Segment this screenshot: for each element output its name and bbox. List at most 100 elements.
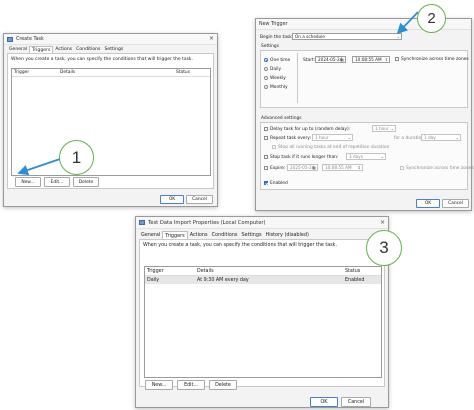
tab-conditions[interactable]: Conditions — [210, 231, 240, 239]
enabled-checkbox[interactable] — [264, 181, 268, 185]
tab-conditions[interactable]: Conditions — [74, 46, 102, 53]
expire-time-field[interactable]: 10:08:55 AM ⇕ — [322, 164, 363, 171]
column-details[interactable]: Details — [195, 269, 343, 274]
delay-checkbox[interactable] — [264, 127, 268, 131]
advanced-label: Advanced settings — [261, 116, 302, 121]
radio-monthly[interactable] — [264, 85, 268, 89]
sync-checkbox[interactable] — [395, 57, 399, 61]
ok-button[interactable]: OK — [310, 397, 338, 407]
new-trigger-title: New Trigger — [259, 21, 288, 27]
stop-running-checkbox[interactable] — [272, 145, 276, 149]
delay-select[interactable]: 1 hour ⌄ — [372, 125, 396, 132]
column-trigger[interactable]: Trigger — [12, 70, 58, 75]
create-task-title: Create Task — [16, 36, 44, 42]
calendar-icon[interactable]: ▦ — [312, 165, 316, 170]
ok-button[interactable]: OK — [160, 195, 184, 204]
properties-triggers-list[interactable]: Trigger Details Status Daily At 9:30 AM … — [144, 266, 382, 378]
row-status: Enabled — [345, 277, 365, 283]
tab-settings[interactable]: Settings — [239, 231, 263, 239]
row-trigger: Daily — [147, 277, 160, 283]
edit-button[interactable]: Edit... — [44, 177, 70, 187]
stop-running-label: Stop all running tasks at end of repetit… — [278, 145, 390, 150]
tab-general[interactable]: General — [7, 46, 29, 53]
begin-value: On a schedule — [295, 34, 325, 39]
properties-triggers-panel: When you create a task, you can specify … — [139, 239, 385, 387]
begin-select[interactable]: On a schedule ⌄ — [292, 33, 402, 40]
stop-longer-label: Stop task if it runs longer than: — [270, 155, 339, 160]
sync-label: Synchronize across time zones — [401, 57, 469, 62]
edit-button[interactable]: Edit... — [177, 380, 205, 390]
chevron-down-icon: ⌄ — [380, 154, 384, 159]
expire-sync-checkbox[interactable] — [400, 166, 404, 170]
create-task-window: Create Task × General Triggers Actions C… — [3, 33, 218, 207]
repeat-select[interactable]: 1 hour ⌄ — [312, 134, 353, 141]
settings-divider — [297, 53, 298, 103]
option-weekly: Weekly — [270, 76, 286, 81]
duration-value: 1 day — [424, 135, 436, 140]
start-date-field[interactable]: 2024-05-24 ▦ — [315, 56, 346, 63]
begin-label: Begin the task: — [260, 35, 294, 40]
triggers-description: When you create a task, you can specify … — [11, 57, 193, 62]
stop-longer-select[interactable]: 3 days ⌄ — [346, 153, 386, 160]
triggers-list[interactable]: Trigger Details Status — [11, 68, 211, 176]
cancel-button[interactable]: Cancel — [186, 195, 213, 204]
radio-daily[interactable] — [264, 67, 268, 71]
start-time-value: 10:08:55 AM — [355, 57, 382, 62]
column-trigger[interactable]: Trigger — [145, 269, 195, 274]
step-badge-2: 2 — [417, 4, 446, 33]
tab-settings[interactable]: Settings — [102, 46, 125, 53]
expire-date-field[interactable]: 2025-05-24 ▦ — [287, 164, 318, 171]
start-label: Start: — [303, 58, 316, 63]
duration-select[interactable]: 1 day ⌄ — [421, 134, 461, 141]
tab-general[interactable]: General — [139, 231, 162, 239]
trigger-ok-button[interactable]: OK — [416, 199, 440, 208]
delay-value: 1 hour — [375, 126, 389, 131]
create-task-tabs: General Triggers Actions Conditions Sett… — [4, 45, 217, 54]
tab-actions[interactable]: Actions — [53, 46, 74, 53]
new-trigger-window: New Trigger Begin the task: On a schedul… — [255, 18, 474, 211]
tab-history[interactable]: History (disabled) — [264, 231, 311, 239]
stop-longer-checkbox[interactable] — [264, 155, 268, 159]
repeat-value: 1 hour — [315, 135, 329, 140]
delete-button[interactable]: Delete — [209, 380, 237, 390]
table-row[interactable]: Daily At 9:30 AM every day Enabled — [145, 276, 381, 284]
column-status[interactable]: Status — [343, 269, 360, 274]
column-details[interactable]: Details — [58, 70, 174, 75]
start-time-field[interactable]: 10:08:55 AM ⇕ — [352, 56, 390, 63]
repeat-checkbox[interactable] — [264, 136, 268, 140]
spinner-icon[interactable]: ⇕ — [385, 57, 388, 62]
triggers-panel: When you create a task, you can specify … — [7, 53, 214, 189]
list-header: Trigger Details Status — [145, 267, 381, 276]
close-icon[interactable]: × — [209, 36, 214, 42]
chevron-down-icon: ⌄ — [455, 135, 459, 140]
step-badge-3: 3 — [366, 230, 402, 266]
new-button[interactable]: New... — [145, 380, 173, 390]
task-scheduler-icon — [139, 220, 145, 225]
tab-actions[interactable]: Actions — [188, 231, 210, 239]
properties-description: When you create a task, you can specify … — [143, 243, 337, 248]
option-one-time: One time — [270, 58, 291, 63]
new-button[interactable]: New... — [15, 177, 41, 187]
repeat-label: Repeat task every: — [270, 136, 312, 141]
expire-checkbox[interactable] — [264, 166, 268, 170]
radio-weekly[interactable] — [264, 76, 268, 80]
radio-one-time[interactable] — [264, 58, 268, 62]
chevron-down-icon: ⌄ — [347, 135, 351, 140]
expire-sync-label: Synchronize across time zones — [406, 166, 474, 171]
trigger-cancel-button[interactable]: Cancel — [442, 199, 469, 208]
properties-title: Test Data Import Properties (Local Compu… — [148, 219, 266, 226]
start-date-value: 2024-05-24 — [318, 57, 343, 62]
task-scheduler-icon — [7, 36, 13, 42]
expire-time-value: 10:08:55 AM — [325, 165, 352, 170]
close-icon[interactable]: × — [380, 219, 385, 226]
column-status[interactable]: Status — [174, 70, 190, 75]
chevron-down-icon: ⌄ — [396, 34, 400, 39]
settings-label: Settings — [261, 44, 280, 49]
properties-tabs: General Triggers Actions Conditions Sett… — [136, 230, 388, 240]
delete-button[interactable]: Delete — [73, 177, 99, 187]
spinner-icon[interactable]: ⇕ — [358, 165, 361, 170]
option-monthly: Monthly — [270, 85, 288, 90]
cancel-button[interactable]: Cancel — [341, 397, 371, 407]
calendar-icon[interactable]: ▦ — [340, 57, 344, 62]
row-details: At 9:30 AM every day — [197, 277, 249, 283]
